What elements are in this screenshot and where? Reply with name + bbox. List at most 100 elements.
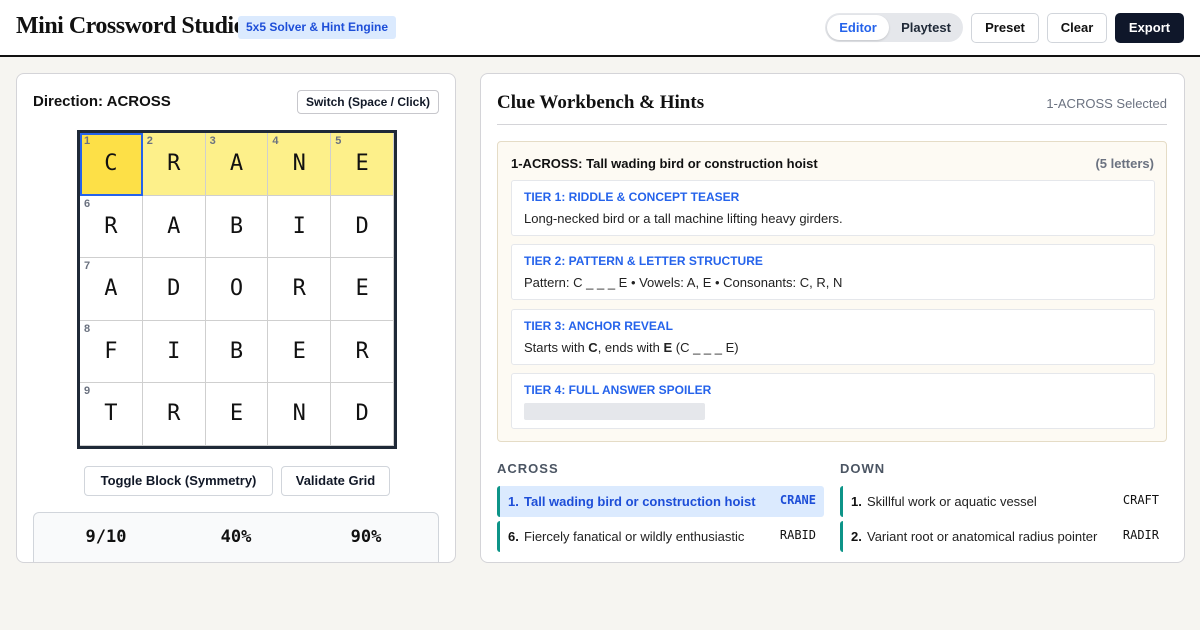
selected-clue-indicator: 1-ACROSS Selected: [1046, 96, 1167, 111]
hint-clue-length: (5 letters): [1095, 156, 1154, 171]
cell-letter: F: [104, 338, 118, 364]
hint-clue-heading: 1-ACROSS: Tall wading bird or constructi…: [511, 156, 818, 171]
across-clue-row[interactable]: 6. Fiercely fanatical or wildly enthusia…: [497, 521, 824, 552]
direction-label: Direction: ACROSS: [33, 93, 171, 110]
cell-letter: D: [355, 401, 369, 427]
clue-answer: CRAFT: [1122, 493, 1159, 507]
grid-stats: 9/10 40% 90%: [33, 512, 439, 562]
grid-cell[interactable]: D: [331, 383, 394, 446]
stat-value: 90%: [350, 527, 382, 547]
preset-button[interactable]: Preset: [971, 13, 1039, 43]
tier-anchor-letter: C: [588, 340, 598, 355]
clear-button[interactable]: Clear: [1047, 13, 1107, 43]
cell-letter: C: [104, 151, 118, 176]
grid-cell[interactable]: I: [142, 320, 206, 384]
grid-cell[interactable]: 2R: [142, 133, 206, 196]
grid-cell[interactable]: 8F: [80, 320, 143, 384]
down-clue-row[interactable]: 2. Variant root or anatomical radius poi…: [840, 521, 1167, 552]
tier-text: Starts with C, ends with E (C _ _ _ E): [524, 340, 739, 355]
grid-cell[interactable]: E: [331, 258, 394, 321]
mode-playtest-button[interactable]: Playtest: [893, 15, 959, 40]
cell-letter: A: [104, 276, 118, 302]
cell-number: 2: [146, 135, 153, 147]
grid-cell[interactable]: R: [268, 258, 332, 321]
cell-number: 9: [84, 385, 91, 398]
workbench-title: Clue Workbench & Hints: [497, 92, 705, 113]
cell-letter: I: [292, 213, 306, 239]
stat-value: 9/10: [85, 527, 127, 547]
toggle-block-button[interactable]: Toggle Block (Symmetry): [84, 466, 273, 496]
cell-letter: R: [104, 213, 118, 239]
answer-spoiler-bar[interactable]: [524, 403, 705, 420]
clue-number: 2.: [851, 529, 862, 544]
cell-letter: E: [292, 338, 306, 364]
mode-toggle: Editor Playtest: [825, 13, 963, 42]
cell-letter: I: [167, 338, 181, 364]
grid-cell[interactable]: D: [142, 258, 206, 321]
cell-number: 1: [84, 135, 91, 147]
mode-editor-button[interactable]: Editor: [827, 15, 889, 40]
cell-number: 8: [84, 322, 91, 335]
cell-letter: N: [292, 401, 306, 427]
grid-cell[interactable]: 6R: [80, 195, 143, 259]
grid-cell[interactable]: E: [205, 383, 269, 446]
app-badge: 5x5 Solver & Hint Engine: [238, 16, 397, 39]
tier-label: TIER 4: FULL ANSWER SPOILER: [524, 383, 712, 397]
tier-anchor-letter: E: [663, 340, 673, 355]
hint-tier-3[interactable]: TIER 3: ANCHOR REVEAL Starts with C, end…: [511, 309, 1155, 365]
cell-number: 7: [84, 260, 91, 273]
cell-letter: D: [355, 213, 369, 239]
stat-value: 40%: [220, 527, 252, 547]
cell-letter: T: [104, 401, 118, 427]
grid-cell[interactable]: B: [205, 320, 269, 384]
clue-text: Variant root or anatomical radius pointe…: [867, 529, 1098, 544]
cell-letter: A: [229, 151, 244, 176]
grid-cell[interactable]: R: [331, 320, 394, 384]
grid-cell[interactable]: I: [268, 195, 332, 259]
cell-letter: R: [167, 401, 181, 427]
tier-label: TIER 1: RIDDLE & CONCEPT TEASER: [524, 190, 740, 204]
clue-answer: CRANE: [779, 493, 816, 507]
cell-letter: R: [167, 151, 181, 176]
grid-cell[interactable]: 5E: [331, 133, 394, 196]
cell-number: 6: [84, 197, 91, 210]
clue-answer: RABID: [779, 528, 816, 542]
validate-grid-button[interactable]: Validate Grid: [281, 466, 390, 496]
clue-text: Tall wading bird or construction hoist: [524, 494, 756, 509]
grid-cell[interactable]: 9T: [80, 383, 143, 446]
cell-letter: O: [229, 276, 244, 302]
cell-number: 3: [209, 135, 216, 147]
clue-answer: RADIR: [1122, 528, 1159, 542]
grid-cell[interactable]: B: [205, 195, 269, 259]
tier-text-part: (C _ _ _ E): [672, 340, 739, 355]
across-heading: ACROSS: [497, 461, 559, 476]
cell-letter: E: [355, 276, 369, 302]
tier-label: TIER 3: ANCHOR REVEAL: [524, 319, 673, 333]
down-clue-row[interactable]: 1. Skillful work or aquatic vessel CRAFT: [840, 486, 1167, 517]
grid-cell[interactable]: 7A: [80, 258, 143, 321]
cell-letter: R: [292, 276, 306, 302]
direction-switch-button[interactable]: Switch (Space / Click): [296, 90, 439, 114]
grid-cell[interactable]: 3A: [205, 133, 269, 196]
tier-text: Long-necked bird or a tall machine lifti…: [524, 211, 843, 226]
divider: [497, 124, 1167, 125]
across-clue-row[interactable]: 1. Tall wading bird or construction hois…: [497, 486, 824, 517]
grid-cell[interactable]: E: [268, 320, 332, 384]
grid-cell[interactable]: A: [142, 195, 206, 259]
cell-letter: N: [292, 151, 306, 176]
grid-cell[interactable]: 1C: [80, 133, 143, 196]
cell-letter: R: [355, 338, 369, 364]
clue-workbench-panel: Clue Workbench & Hints 1-ACROSS Selected…: [480, 73, 1185, 563]
grid-cell[interactable]: N: [268, 383, 332, 446]
hint-tier-4[interactable]: TIER 4: FULL ANSWER SPOILER: [511, 373, 1155, 429]
grid-cell[interactable]: R: [142, 383, 206, 446]
app-title: Mini Crossword Studio: [16, 13, 246, 39]
grid-cell[interactable]: O: [205, 258, 269, 321]
hint-tier-2[interactable]: TIER 2: PATTERN & LETTER STRUCTURE Patte…: [511, 244, 1155, 300]
grid-cell[interactable]: 4N: [268, 133, 332, 196]
cell-letter: E: [355, 151, 369, 176]
cell-letter: E: [229, 401, 244, 427]
export-button[interactable]: Export: [1115, 13, 1184, 43]
hint-tier-1[interactable]: TIER 1: RIDDLE & CONCEPT TEASER Long-nec…: [511, 180, 1155, 236]
grid-cell[interactable]: D: [331, 195, 394, 259]
